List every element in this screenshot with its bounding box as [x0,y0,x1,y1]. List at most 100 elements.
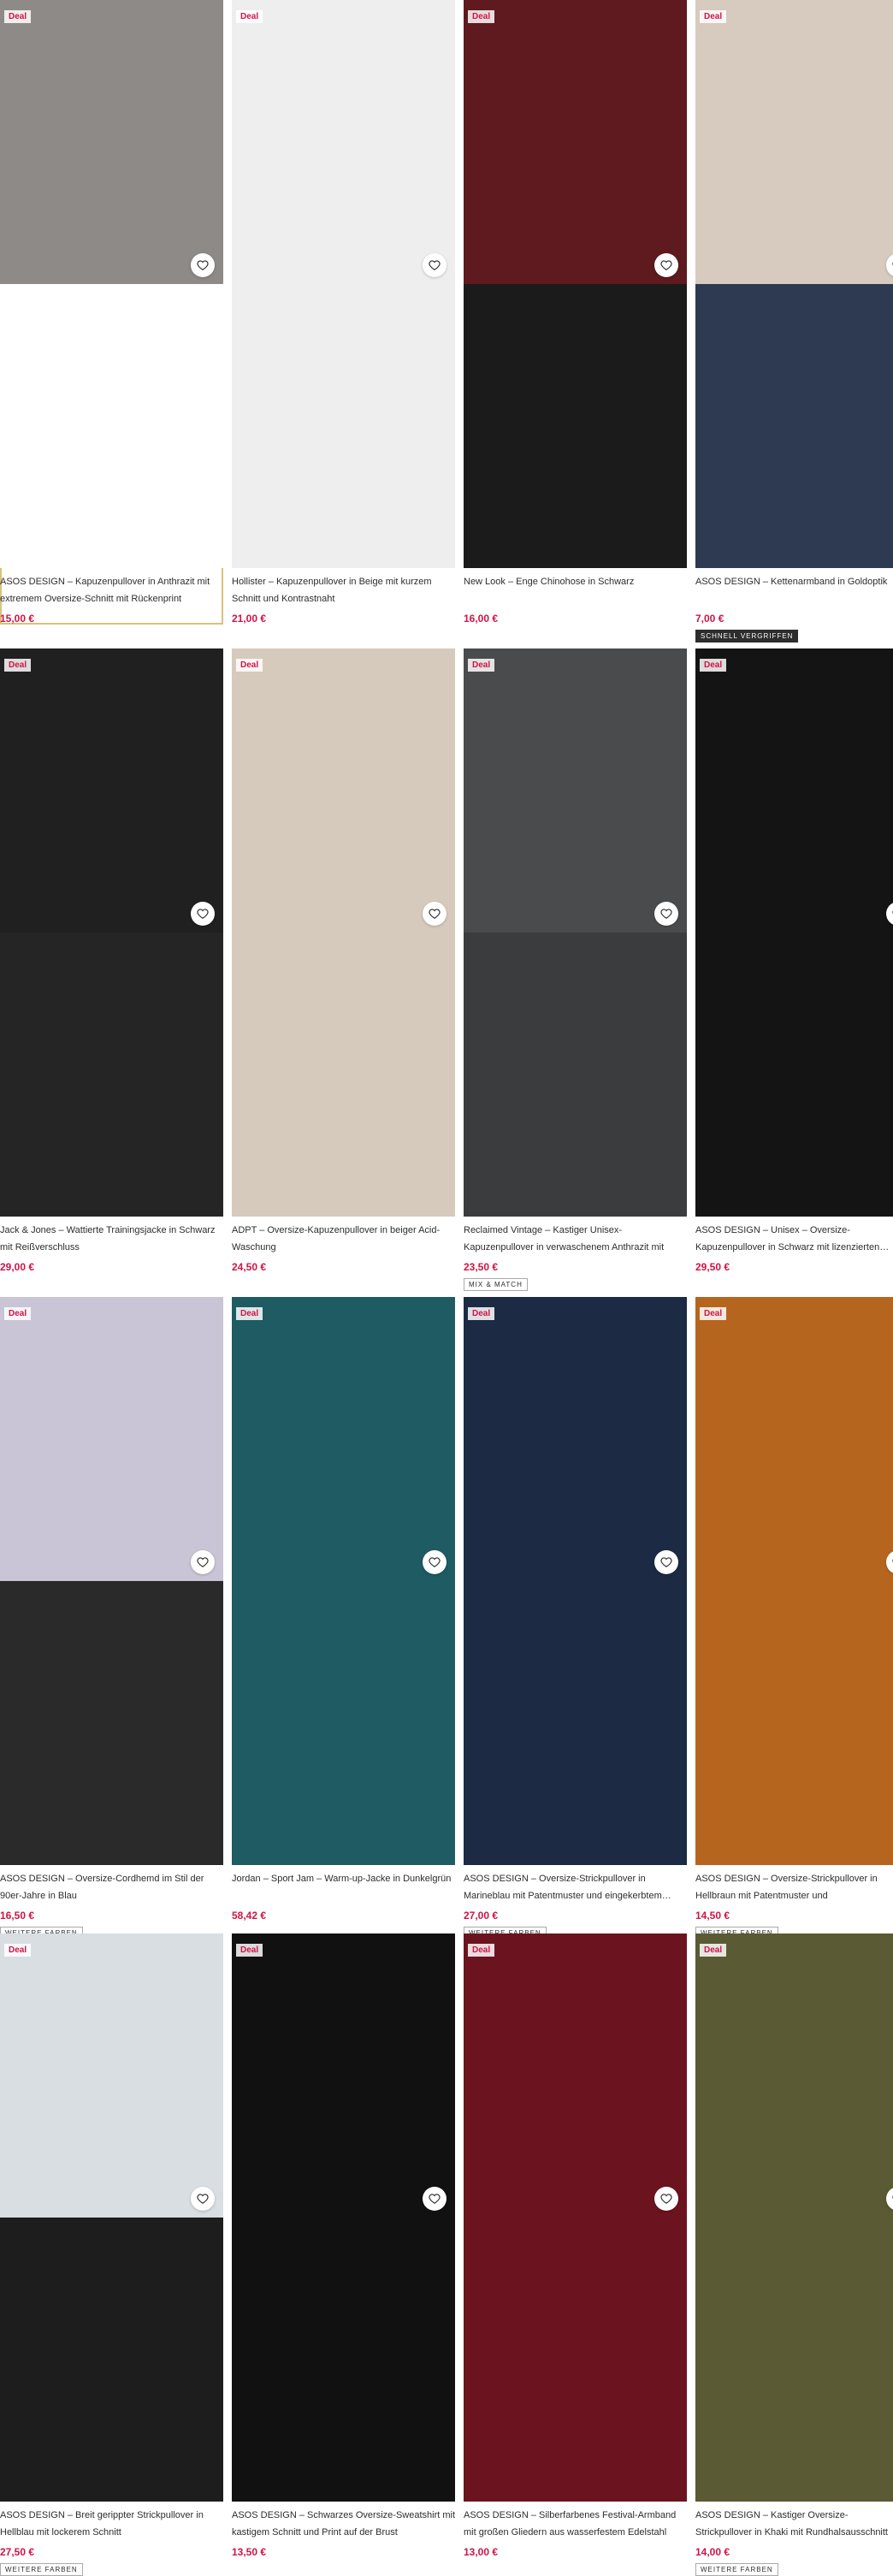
product-image-front[interactable] [464,1933,687,2218]
product-title[interactable]: New Look – Enge Chinohose in Schwarz [464,573,687,607]
save-for-later-button[interactable] [654,2187,678,2211]
save-for-later-button[interactable] [191,253,215,277]
save-for-later-button[interactable] [423,1550,446,1574]
product-image-front[interactable] [464,0,687,284]
product-card[interactable]: Deal ASOS DESIGN – Oversize-Cordhemd im S… [0,1297,223,1939]
product-image-alt[interactable] [695,2218,893,2502]
product-card[interactable]: Deal Hollister – Kapuzenpullover in Beige… [232,0,455,625]
product-image[interactable]: Deal [695,648,893,1217]
product-image-front[interactable] [232,648,455,933]
heart-icon [429,260,441,270]
product-image[interactable]: Deal [695,1297,893,1865]
product-tag: SCHNELL VERGRIFFEN [695,630,799,643]
product-title[interactable]: Jack & Jones – Wattierte Trainingsjacke … [0,1222,223,1256]
product-image-alt[interactable] [0,2218,223,2502]
product-image-alt[interactable] [695,284,893,568]
product-card[interactable]: Deal ASOS DESIGN – Kapuzenpullover in Ant… [0,0,223,625]
product-title[interactable]: ASOS DESIGN – Schwarzes Oversize-Sweatsh… [232,2507,455,2541]
product-image[interactable]: Deal [0,1297,223,1865]
product-card[interactable]: Deal ASOS DESIGN – Oversize-Strickpullove… [464,1297,687,1939]
product-image-front[interactable] [695,1933,893,2218]
save-for-later-button[interactable] [191,902,215,926]
product-image-alt[interactable] [695,1581,893,1865]
product-card[interactable]: Deal ASOS DESIGN – Silberfarbenes Festiva… [464,1933,687,2558]
product-image-front[interactable] [695,648,893,933]
save-for-later-button[interactable] [654,253,678,277]
product-card[interactable]: Deal ASOS DESIGN – Kettenarmband in Goldo… [695,0,893,643]
product-card[interactable]: Deal Jordan – Sport Jam – Warm-up-Jacke i… [232,1297,455,1922]
product-title[interactable]: ASOS DESIGN – Kastiger Oversize-Strickpu… [695,2507,893,2541]
product-image[interactable]: Deal [464,1933,687,2502]
product-image[interactable]: Deal [0,648,223,1217]
product-title[interactable]: Hollister – Kapuzenpullover in Beige mit… [232,573,455,607]
product-image-front[interactable] [0,1297,223,1581]
product-image-alt[interactable] [0,933,223,1217]
product-image-alt[interactable] [232,2218,455,2502]
save-for-later-button[interactable] [423,2187,446,2211]
product-card[interactable]: Deal ASOS DESIGN – Breit gerippter Strick… [0,1933,223,2576]
product-image[interactable]: Deal [232,1933,455,2502]
product-image[interactable]: Deal [464,648,687,1217]
product-card[interactable]: Deal Jack & Jones – Wattierte Trainingsja… [0,648,223,1273]
save-for-later-button[interactable] [654,902,678,926]
product-card[interactable]: Deal ASOS DESIGN – Oversize-Strickpullove… [695,1297,893,1939]
product-title[interactable]: ASOS DESIGN – Oversize-Strickpullover in… [464,1870,687,1904]
product-title[interactable]: ASOS DESIGN – Breit gerippter Strickpull… [0,2507,223,2541]
product-card[interactable]: Deal Reclaimed Vintage – Kastiger Unisex-… [464,648,687,1291]
product-tag: WEITERE FARBEN [0,2563,83,2576]
product-card[interactable]: Deal ASOS DESIGN – Kastiger Oversize-Stri… [695,1933,893,2576]
product-image-front[interactable] [0,1933,223,2218]
save-for-later-button[interactable] [191,1550,215,1574]
product-image-front[interactable] [695,1297,893,1581]
product-image[interactable]: Deal [232,0,455,568]
deal-badge: Deal [468,659,495,672]
product-image-alt[interactable] [232,933,455,1217]
product-image-front[interactable] [464,648,687,933]
save-for-later-button[interactable] [423,902,446,926]
product-title[interactable]: ADPT – Oversize-Kapuzenpullover in beige… [232,1222,455,1256]
product-image[interactable]: Deal [232,1297,455,1865]
product-card[interactable]: Deal ASOS DESIGN – Unisex – Oversize-Kapu… [695,648,893,1273]
product-image-alt[interactable] [232,284,455,568]
product-image-alt[interactable] [464,1581,687,1865]
product-image-alt[interactable] [464,933,687,1217]
product-image-front[interactable] [0,648,223,933]
product-image[interactable]: Deal [695,0,893,568]
product-image-alt[interactable] [695,933,893,1217]
product-title[interactable]: Jordan – Sport Jam – Warm-up-Jacke in Du… [232,1870,455,1904]
deal-badge: Deal [236,659,263,672]
product-title[interactable]: ASOS DESIGN – Kettenarmband in Goldoptik [695,573,893,607]
product-image-alt[interactable] [0,284,223,568]
product-image-front[interactable] [232,1933,455,2218]
product-image-front[interactable] [232,1297,455,1581]
save-for-later-button[interactable] [423,253,446,277]
product-image-front[interactable] [0,0,223,284]
product-title[interactable]: ASOS DESIGN – Silberfarbenes Festival-Ar… [464,2507,687,2541]
product-image-alt[interactable] [464,2218,687,2502]
product-image-alt[interactable] [0,1581,223,1865]
save-for-later-button[interactable] [654,1550,678,1574]
product-image-front[interactable] [464,1297,687,1581]
product-image[interactable]: Deal [464,0,687,568]
save-for-later-button[interactable] [191,2187,215,2211]
product-image[interactable]: Deal [0,1933,223,2502]
product-title[interactable]: Reclaimed Vintage – Kastiger Unisex-Kapu… [464,1222,687,1256]
product-image[interactable]: Deal [695,1933,893,2502]
deal-badge: Deal [468,10,495,23]
product-card[interactable]: Deal New Look – Enge Chinohose in Schwarz… [464,0,687,625]
product-card[interactable]: Deal ADPT – Oversize-Kapuzenpullover in b… [232,648,455,1273]
product-title[interactable]: ASOS DESIGN – Oversize-Cordhemd im Stil … [0,1870,223,1904]
product-image-front[interactable] [232,0,455,284]
product-image[interactable]: Deal [464,1297,687,1865]
product-image-front[interactable] [695,0,893,284]
product-card[interactable]: Deal ASOS DESIGN – Schwarzes Oversize-Swe… [232,1933,455,2558]
product-image[interactable]: Deal [232,648,455,1217]
product-title[interactable]: ASOS DESIGN – Oversize-Strickpullover in… [695,1870,893,1904]
heart-icon [197,909,209,919]
product-title[interactable]: ASOS DESIGN – Kapuzenpullover in Anthraz… [0,573,223,607]
product-image-alt[interactable] [232,1581,455,1865]
product-title[interactable]: ASOS DESIGN – Unisex – Oversize-Kapuzenp… [695,1222,893,1256]
product-image[interactable]: Deal [0,0,223,568]
product-price: 21,00 € [232,613,267,625]
product-image-alt[interactable] [464,284,687,568]
